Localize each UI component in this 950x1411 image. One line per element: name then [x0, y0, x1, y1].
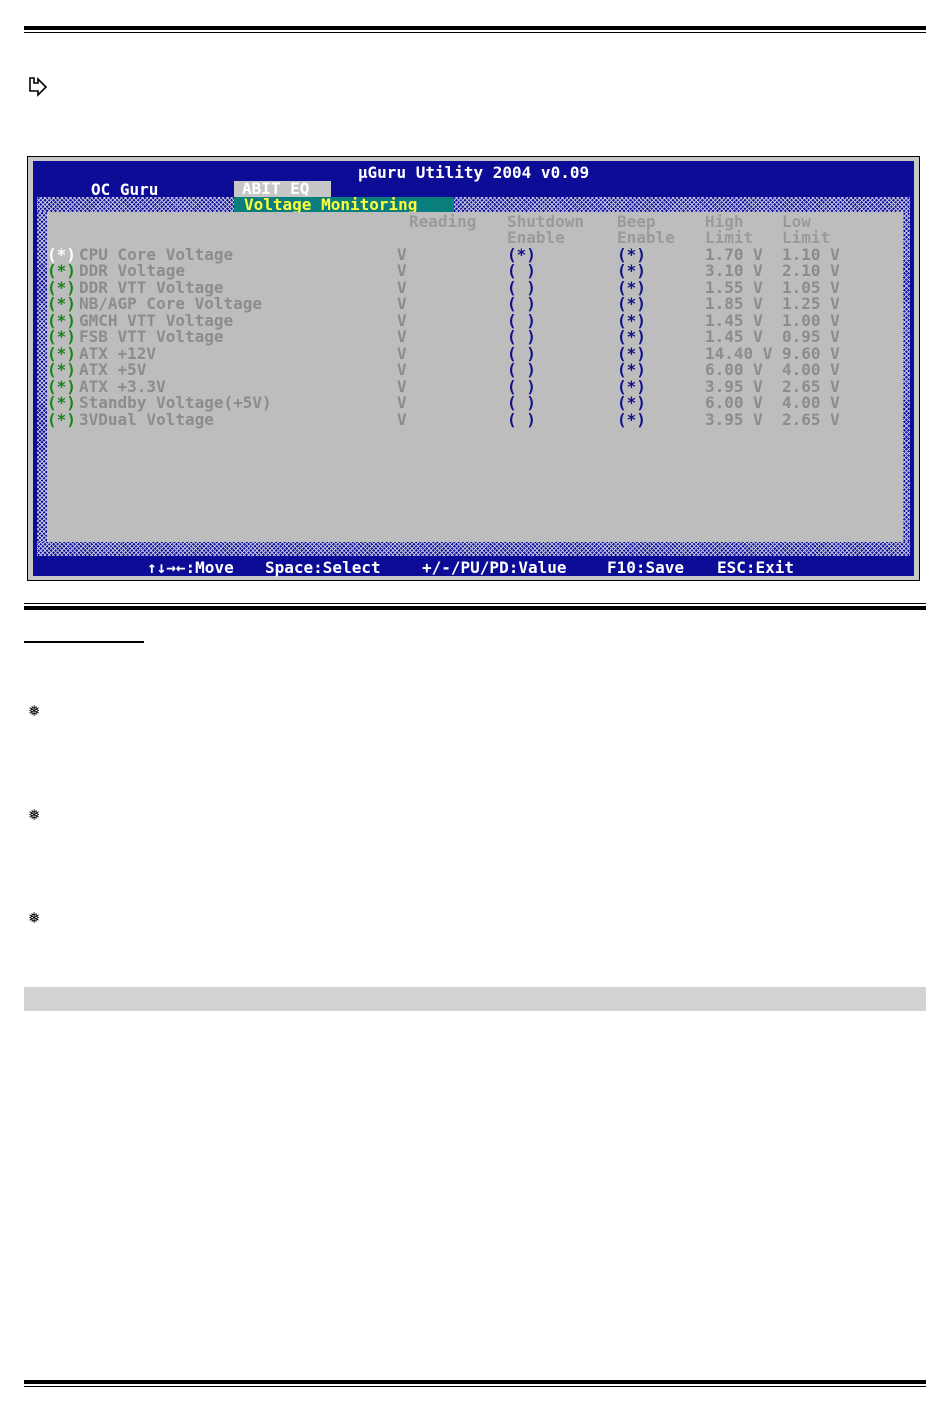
hatch-border-left [37, 212, 47, 542]
row-beep-toggle[interactable]: (*) [617, 296, 646, 312]
row-select-toggle[interactable]: (*) [47, 412, 76, 428]
footer-exit-hint: ESC:Exit [717, 558, 795, 577]
col-header-reading: Reading [409, 212, 477, 231]
row-high-limit[interactable]: 6.00 V [705, 362, 763, 378]
row-shutdown-toggle[interactable]: ( ) [507, 329, 536, 345]
voltage-row: (*) Standby Voltage(+5V) V ( ) (*) 6.00 … [47, 395, 903, 411]
col-header-shutdown-enable: Enable [507, 228, 565, 247]
row-low-limit[interactable]: 1.25 V [782, 296, 840, 312]
row-label: ATX +5V [79, 360, 147, 379]
hatch-border-bottom [37, 542, 910, 556]
row-select-toggle[interactable]: (*) [47, 329, 76, 345]
row-low-limit[interactable]: 2.10 V [782, 263, 840, 279]
hatch-border-top [37, 197, 910, 212]
row-label: Standby Voltage(+5V) [79, 393, 272, 412]
row-reading: V [397, 294, 407, 313]
row-select-toggle[interactable]: (*) [47, 296, 76, 312]
row-label: 3VDual Voltage [79, 410, 214, 429]
row-beep-toggle[interactable]: (*) [617, 395, 646, 411]
row-low-limit[interactable]: 2.65 V [782, 412, 840, 428]
row-reading: V [397, 410, 407, 429]
row-beep-toggle[interactable]: (*) [617, 329, 646, 345]
voltage-row: (*) 3VDual Voltage V ( ) (*) 3.95 V 2.65… [47, 412, 903, 428]
row-reading: V [397, 327, 407, 346]
footer-save-hint: F10:Save [607, 558, 685, 577]
tab-voltage-monitoring[interactable]: Voltage Monitoring [234, 197, 454, 213]
voltage-row: (*) FSB VTT Voltage V ( ) (*) 1.45 V 0.9… [47, 329, 903, 345]
top-rule [24, 26, 926, 33]
footer-value-hint: +/-/PU/PD:Value [422, 558, 567, 577]
row-high-limit[interactable]: 3.95 V [705, 412, 763, 428]
voltage-row: (*) DDR Voltage V ( ) (*) 3.10 V 2.10 V [47, 263, 903, 279]
row-high-limit[interactable]: 3.10 V [705, 263, 763, 279]
footer-move-hint: ↑↓→←:Move [147, 558, 234, 577]
voltage-row: (*) ATX +5V V ( ) (*) 6.00 V 4.00 V [47, 362, 903, 378]
bottom-rule [24, 1380, 926, 1387]
row-low-limit[interactable]: 4.00 V [782, 395, 840, 411]
menu-oc-guru[interactable]: OC Guru [91, 182, 158, 198]
middle-rule [24, 603, 926, 610]
bios-window: µGuru Utility 2004 v0.09 OC Guru ABIT EQ… [33, 161, 914, 576]
row-shutdown-toggle[interactable]: ( ) [507, 412, 536, 428]
row-high-limit[interactable]: 6.00 V [705, 395, 763, 411]
row-label: DDR Voltage [79, 261, 185, 280]
voltage-row: (*) ATX +12V V ( ) (*) 14.40 V 9.60 V [47, 346, 903, 362]
row-shutdown-toggle[interactable]: ( ) [507, 263, 536, 279]
row-label: FSB VTT Voltage [79, 327, 224, 346]
row-low-limit[interactable]: 4.00 V [782, 362, 840, 378]
row-shutdown-toggle[interactable]: ( ) [507, 395, 536, 411]
snowflake-bullet-icon: ❅ [28, 909, 41, 927]
row-select-toggle[interactable]: (*) [47, 362, 76, 378]
row-beep-toggle[interactable]: (*) [617, 263, 646, 279]
footer-select-hint: Space:Select [265, 558, 381, 577]
row-high-limit[interactable]: 1.85 V [705, 296, 763, 312]
col-header-low-limit: Limit [782, 228, 831, 247]
section-underline [24, 641, 144, 643]
row-label: NB/AGP Core Voltage [79, 294, 263, 313]
row-reading: V [397, 360, 407, 379]
col-header-beep-enable: Enable [617, 228, 675, 247]
arrow-pointer-icon [29, 77, 48, 97]
bios-screen: µGuru Utility 2004 v0.09 OC Guru ABIT EQ… [27, 156, 920, 581]
row-select-toggle[interactable]: (*) [47, 263, 76, 279]
row-beep-toggle[interactable]: (*) [617, 362, 646, 378]
row-shutdown-toggle[interactable]: ( ) [507, 362, 536, 378]
hatch-border-right [903, 212, 910, 542]
row-select-toggle[interactable]: (*) [47, 395, 76, 411]
row-shutdown-toggle[interactable]: ( ) [507, 296, 536, 312]
snowflake-bullet-icon: ❅ [28, 806, 41, 824]
voltage-row: (*) NB/AGP Core Voltage V ( ) (*) 1.85 V… [47, 296, 903, 312]
gray-section-bar [24, 987, 926, 1011]
bios-title: µGuru Utility 2004 v0.09 [357, 163, 590, 182]
row-reading: V [397, 261, 407, 280]
voltage-panel: Reading Shutdown Enable Beep Enable High… [47, 212, 903, 542]
snowflake-bullet-icon: ❅ [28, 702, 41, 720]
row-low-limit[interactable]: 0.95 V [782, 329, 840, 345]
row-beep-toggle[interactable]: (*) [617, 412, 646, 428]
col-header-high-limit: Limit [705, 228, 754, 247]
row-reading: V [397, 393, 407, 412]
row-high-limit[interactable]: 1.45 V [705, 329, 763, 345]
bios-footer: ↑↓→←:Move Space:Select +/-/PU/PD:Value F… [33, 560, 914, 576]
